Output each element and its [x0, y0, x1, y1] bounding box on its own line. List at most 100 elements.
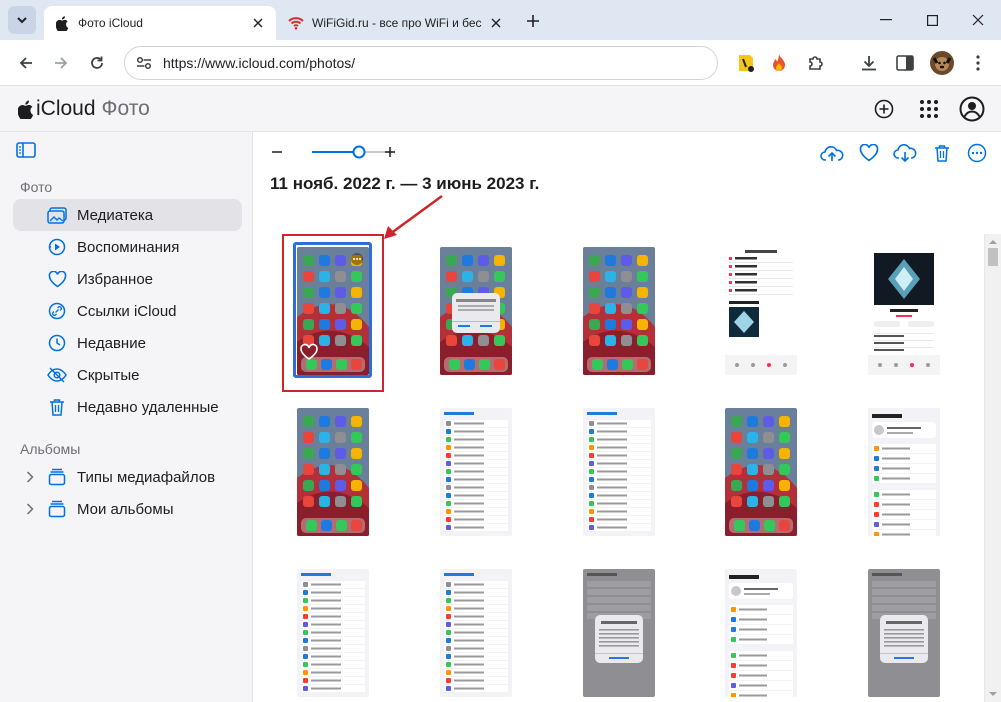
extension-flame-icon[interactable]	[765, 49, 793, 77]
browser-menu-icon[interactable]	[964, 49, 992, 77]
apple-icon	[54, 15, 70, 31]
reload-button[interactable]	[83, 49, 111, 77]
new-tab-button[interactable]	[522, 10, 544, 32]
chevron-down-icon	[17, 17, 27, 24]
annotation-arrow	[384, 194, 443, 239]
sidebar-toggle-icon	[16, 142, 36, 158]
trash-icon	[47, 397, 67, 417]
browser-tab-strip: Фото iCloud WiFiGid.ru - все про WiFi и …	[0, 0, 1001, 40]
favorite-button[interactable]	[856, 140, 882, 166]
back-button[interactable]	[12, 49, 40, 77]
tab-wifigid[interactable]: WiFiGid.ru - все про WiFi и бес	[278, 6, 514, 40]
download-icon[interactable]	[855, 49, 883, 77]
minimize-icon	[880, 19, 892, 21]
site-info-icon[interactable]	[125, 56, 163, 70]
clock-icon	[47, 333, 67, 353]
sidebar-item-recently-deleted[interactable]: Недавно удаленные	[13, 391, 242, 423]
heart-icon	[47, 269, 67, 289]
album-stack-icon	[47, 499, 67, 519]
sidebar-toggle-button[interactable]	[16, 142, 38, 162]
cloud-download-icon	[893, 144, 917, 162]
tab-icloud-photos[interactable]: Фото iCloud	[44, 6, 276, 40]
sidebar-item-label: Недавно удаленные	[77, 398, 219, 416]
brand-icloud: iCloud	[36, 97, 96, 120]
photo-thumbnail[interactable]	[583, 569, 655, 697]
photo-thumbnail[interactable]	[725, 247, 797, 375]
url-text: https://www.icloud.com/photos/	[163, 55, 356, 71]
close-tab-icon[interactable]	[250, 15, 266, 31]
photo-thumbnail[interactable]	[297, 569, 369, 697]
user-circle-icon	[959, 96, 985, 122]
sidebar-item-hidden[interactable]: Скрытые	[13, 359, 242, 391]
minimize-window-button[interactable]	[863, 0, 909, 40]
sidebar-item-my-albums[interactable]: Мои альбомы	[13, 493, 242, 525]
apple-logo-icon	[18, 100, 34, 119]
delete-button[interactable]	[929, 140, 955, 166]
trash-icon	[935, 145, 949, 162]
sidebar-section-albums: Альбомы	[20, 441, 81, 457]
chevron-right-icon[interactable]	[23, 469, 37, 485]
sidebar-item-label: Воспоминания	[77, 238, 180, 256]
side-panel-icon[interactable]	[891, 49, 919, 77]
link-icon	[47, 301, 67, 321]
photo-thumbnail[interactable]	[440, 569, 512, 697]
upload-button[interactable]	[819, 140, 845, 166]
photo-thumbnail[interactable]	[868, 247, 940, 375]
reload-icon	[91, 56, 103, 69]
date-range-title: 11 нояб. 2022 г. — 3 июнь 2023 г.	[270, 174, 540, 193]
photo-thumbnail[interactable]	[583, 408, 655, 536]
scrollbar-thumb	[988, 248, 998, 266]
extension-note-icon[interactable]	[732, 49, 760, 77]
sidebar-item-library[interactable]: Медиатека	[13, 199, 242, 231]
photo-library-icon	[47, 205, 67, 225]
arrow-right-icon	[55, 57, 68, 69]
extensions-puzzle-icon[interactable]	[802, 49, 830, 77]
forward-button[interactable]	[47, 49, 75, 77]
close-window-button[interactable]	[955, 0, 1001, 40]
photo-thumbnail[interactable]	[440, 408, 512, 536]
more-options-button[interactable]	[964, 140, 990, 166]
maximize-window-button[interactable]	[909, 0, 955, 40]
close-tab-icon[interactable]	[488, 15, 504, 31]
album-stack-icon	[47, 467, 67, 487]
sidebar-item-label: Типы медиафайлов	[77, 468, 216, 486]
tab-search-button[interactable]	[8, 6, 36, 34]
address-bar[interactable]: https://www.icloud.com/photos/	[124, 46, 718, 80]
content-scrollbar[interactable]	[984, 234, 1001, 702]
sidebar-item-label: Мои альбомы	[77, 500, 174, 518]
sidebar-item-media-types[interactable]: Типы медиафайлов	[13, 461, 242, 493]
sidebar-item-label: Избранное	[77, 270, 154, 288]
cloud-upload-icon	[820, 146, 844, 161]
photo-thumbnail[interactable]	[868, 569, 940, 697]
maximize-icon	[926, 14, 938, 26]
photo-thumbnail[interactable]	[583, 247, 655, 375]
photo-thumbnail[interactable]	[868, 408, 940, 536]
browser-toolbar: https://www.icloud.com/photos/	[0, 40, 1001, 86]
icloud-photos-logo[interactable]: iCloud Фото	[18, 97, 150, 121]
sidebar-item-label: Медиатека	[77, 206, 154, 224]
photo-thumbnail[interactable]	[725, 569, 797, 697]
sidebar-item-label: Ссылки iCloud	[77, 302, 177, 320]
sidebar-item-memories[interactable]: Воспоминания	[13, 231, 242, 263]
profile-avatar[interactable]	[928, 49, 956, 77]
sidebar-item-label: Скрытые	[77, 366, 140, 384]
account-button[interactable]	[958, 95, 986, 123]
app-launcher-button[interactable]	[915, 95, 943, 123]
download-button[interactable]	[892, 140, 918, 166]
plus-circle-icon	[874, 99, 894, 119]
zoom-slider-handle	[352, 145, 366, 159]
icloud-header: iCloud Фото	[0, 86, 1001, 132]
sidebar-item-recents[interactable]: Недавние	[13, 327, 242, 359]
photo-thumbnail[interactable]	[440, 247, 512, 375]
photo-thumbnail[interactable]	[725, 408, 797, 536]
add-new-button[interactable]	[870, 95, 898, 123]
brand-section: Фото	[101, 97, 150, 120]
tab-title: WiFiGid.ru - все про WiFi и бес	[312, 16, 482, 30]
sidebar: Фото Медиатека Воспоминания Избранное Сс…	[0, 132, 253, 702]
chevron-right-icon[interactable]	[23, 501, 37, 517]
scroll-down-icon	[989, 692, 997, 696]
sidebar-item-favorites[interactable]: Избранное	[13, 263, 242, 295]
scroll-up-icon	[989, 240, 997, 244]
sidebar-item-icloud-links[interactable]: Ссылки iCloud	[13, 295, 242, 327]
photo-thumbnail[interactable]	[297, 408, 369, 536]
